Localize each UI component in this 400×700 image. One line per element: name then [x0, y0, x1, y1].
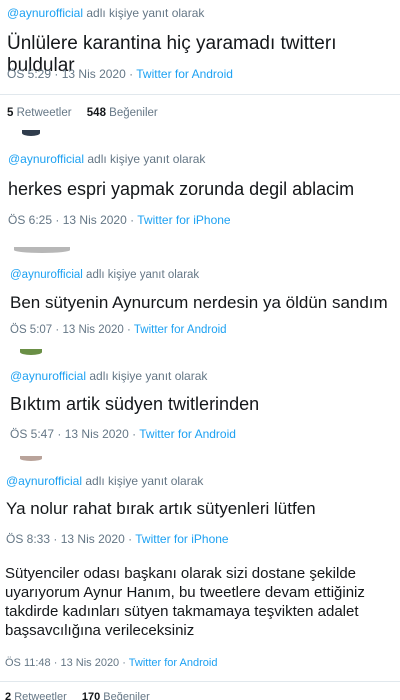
tweet-time[interactable]: ÖS 6:25 [8, 213, 52, 227]
divider [0, 681, 400, 682]
meta-separator: · [130, 213, 135, 227]
meta-separator: · [54, 67, 59, 81]
like-count[interactable]: 170 Beğeniler [82, 691, 150, 700]
tweet-time[interactable]: ÖS 5:47 [10, 427, 54, 441]
mention-link[interactable]: @aynurofficial [10, 269, 83, 281]
tweet-text: herkes espri yapmak zorunda degil ablaci… [8, 179, 355, 199]
reply-suffix: adlı kişiye yanıt olarak [85, 474, 204, 488]
tweet-time[interactable]: ÖS 5:29 [7, 67, 51, 81]
mention-link[interactable]: @aynurofficial [8, 152, 84, 166]
tweet-source[interactable]: Twitter for iPhone [135, 532, 228, 546]
tweet-text-line: başsavcılığına verileceksiniz [5, 622, 195, 639]
meta-separator: · [57, 427, 62, 441]
tweet-text-line: Sütyenciler odası başkanı olarak sizi do… [5, 565, 357, 582]
tweet-3: @aynurofficial adlı kişiye yanıt olarak … [0, 247, 400, 345]
meta-separator: · [55, 324, 60, 336]
meta-separator: · [128, 532, 133, 546]
tweet-text-line: takdirde kadınları sütyen takmamaya teşv… [5, 603, 359, 620]
mention-link[interactable]: @aynurofficial [10, 369, 86, 383]
reply-context: @aynurofficial adlı kişiye yanıt olarak [6, 474, 203, 488]
tweet-source[interactable]: Twitter for Android [139, 427, 236, 441]
tweet-date[interactable]: 13 Nis 2020 [62, 67, 126, 81]
tweet-text: Sütyenciler odası başkanı olarak sizi do… [5, 564, 365, 640]
avatar [22, 130, 40, 136]
tweet-meta: ÖS 5:47 · 13 Nis 2020 · Twitter for Andr… [10, 427, 236, 441]
tweet-text: Ya nolur rahat bırak artık sütyenleri lü… [6, 499, 316, 518]
mention-link[interactable]: @aynurofficial [6, 474, 82, 488]
reply-suffix: adlı kişiye yanıt olarak [86, 6, 205, 20]
meta-separator: · [53, 657, 58, 669]
tweet-6: Sütyenciler odası başkanı olarak sizi do… [0, 560, 400, 700]
meta-separator: · [127, 324, 131, 336]
mention-link[interactable]: @aynurofficial [7, 6, 83, 20]
tweet-source[interactable]: Twitter for Android [129, 657, 218, 669]
reply-context: @aynurofficial adlı kişiye yanıt olarak [10, 269, 199, 281]
tweet-5: @aynurofficial adlı kişiye yanıt olarak … [0, 456, 400, 556]
tweet-date[interactable]: 13 Nis 2020 [65, 427, 129, 441]
retweet-count[interactable]: 2 Retweetler [5, 691, 67, 700]
retweet-count[interactable]: 5 Retweetler [7, 107, 72, 119]
avatar [14, 247, 70, 253]
tweet-1: @aynurofficial adlı kişiye yanıt olarak … [0, 0, 400, 128]
tweet-source[interactable]: Twitter for Android [136, 67, 233, 81]
tweet-meta: ÖS 5:29 · 13 Nis 2020 · Twitter for Andr… [7, 67, 233, 81]
tweet-meta: ÖS 8:33 · 13 Nis 2020 · Twitter for iPho… [6, 532, 229, 546]
tweet-stats: 5 Retweetler 548 Beğeniler [7, 107, 158, 119]
tweet-date[interactable]: 13 Nis 2020 [60, 657, 119, 669]
reply-suffix: adlı kişiye yanıt olarak [86, 269, 200, 281]
like-count[interactable]: 548 Beğeniler [87, 107, 158, 119]
tweet-date[interactable]: 13 Nis 2020 [62, 324, 123, 336]
meta-separator: · [129, 67, 134, 81]
tweet-meta: ÖS 6:25 · 13 Nis 2020 · Twitter for iPho… [8, 213, 231, 227]
divider [0, 94, 400, 95]
tweet-meta: ÖS 5:07 · 13 Nis 2020 · Twitter for Andr… [10, 324, 227, 336]
tweet-date[interactable]: 13 Nis 2020 [61, 532, 125, 546]
reply-suffix: adlı kişiye yanıt olarak [89, 369, 208, 383]
tweet-time[interactable]: ÖS 8:33 [6, 532, 50, 546]
tweet-text: Bıktım artik südyen twitlerinden [10, 394, 260, 414]
reply-context: @aynurofficial adlı kişiye yanıt olarak [8, 152, 205, 166]
meta-separator: · [122, 657, 126, 669]
tweet-stats: 2 Retweetler 170 Beğeniler [5, 691, 150, 700]
meta-separator: · [53, 532, 58, 546]
tweet-source[interactable]: Twitter for Android [134, 324, 227, 336]
tweet-date[interactable]: 13 Nis 2020 [63, 213, 127, 227]
tweet-time[interactable]: ÖS 11:48 [5, 657, 51, 669]
meta-separator: · [132, 427, 137, 441]
tweet-text: Ben sütyenin Aynurcum nerdesin ya öldün … [10, 293, 388, 312]
tweet-4: @aynurofficial adlı kişiye yanıt olarak … [0, 349, 400, 453]
avatar [20, 349, 42, 355]
reply-suffix: adlı kişiye yanıt olarak [87, 152, 206, 166]
avatar [20, 456, 42, 461]
tweet-meta: ÖS 11:48 · 13 Nis 2020 · Twitter for And… [5, 657, 217, 669]
tweet-source[interactable]: Twitter for iPhone [137, 213, 230, 227]
reply-context: @aynurofficial adlı kişiye yanıt olarak [7, 6, 204, 20]
tweet-time[interactable]: ÖS 5:07 [10, 324, 52, 336]
meta-separator: · [55, 213, 60, 227]
reply-context: @aynurofficial adlı kişiye yanıt olarak [10, 369, 207, 383]
tweet-2: @aynurofficial adlı kişiye yanıt olarak … [0, 130, 400, 242]
tweet-text-line: uyarıyorum Aynur Hanım, bu tweetlere dev… [5, 584, 365, 601]
